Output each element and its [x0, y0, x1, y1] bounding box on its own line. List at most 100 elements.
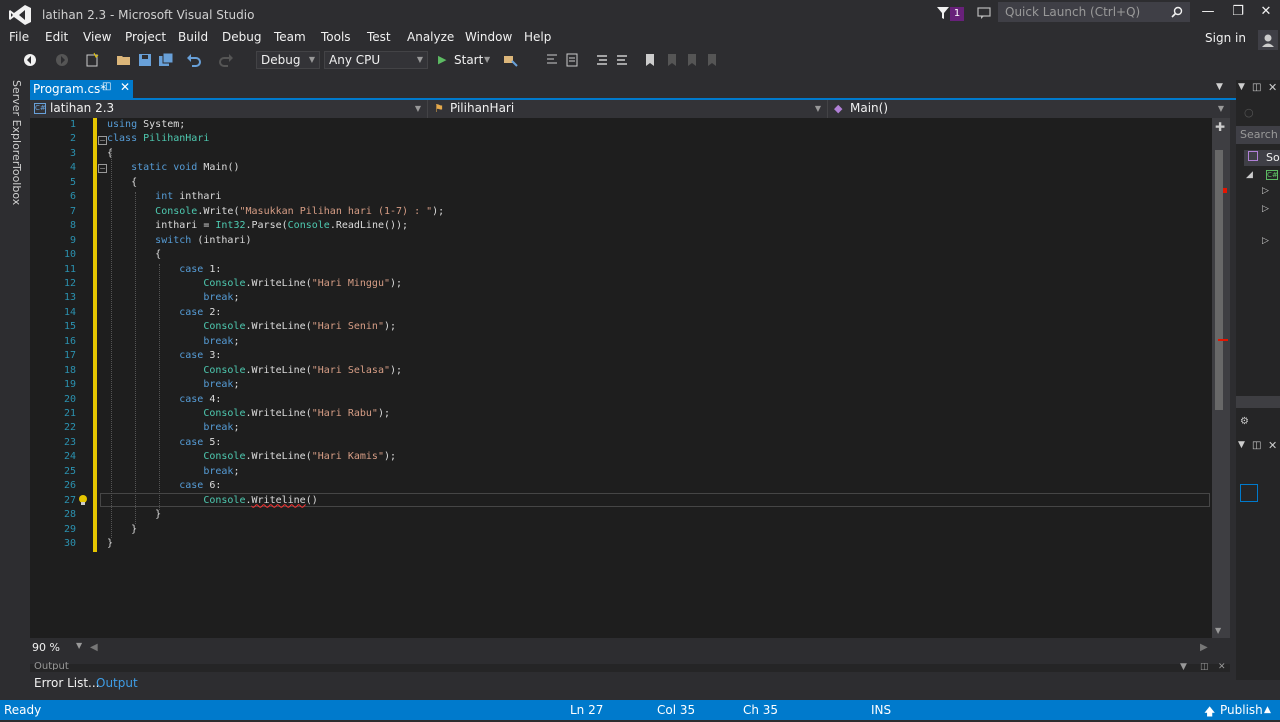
- pin-icon[interactable]: ◫: [102, 81, 111, 92]
- publish-arrow-icon[interactable]: 🡅: [1204, 703, 1215, 722]
- split-editor-icon[interactable]: ✚: [1215, 120, 1225, 134]
- pin-icon[interactable]: ◫: [1252, 440, 1261, 451]
- notification-badge[interactable]: 1: [950, 7, 964, 21]
- new-project-icon[interactable]: [84, 52, 100, 68]
- code-line[interactable]: Console.Write("Masukkan Pilihan hari (1-…: [107, 205, 444, 219]
- code-line[interactable]: case 6:: [107, 479, 221, 493]
- menu-view[interactable]: View: [83, 30, 111, 44]
- code-line[interactable]: Console.Writeline(): [107, 494, 317, 508]
- feedback-icon[interactable]: [976, 5, 992, 21]
- uncomment-lines-icon[interactable]: [614, 52, 630, 68]
- close-icon[interactable]: ✕: [1218, 662, 1226, 672]
- chevron-down-icon[interactable]: ▼: [1238, 82, 1245, 92]
- scroll-left-icon[interactable]: ◀: [90, 642, 98, 653]
- scroll-right-icon[interactable]: ▶: [1200, 642, 1208, 653]
- panel-hscrollbar[interactable]: [1236, 396, 1280, 408]
- zoom-dropdown[interactable]: 90 % ▼: [30, 640, 86, 656]
- solution-platform-dropdown[interactable]: Any CPU ▼: [324, 51, 428, 69]
- bookmark-icon[interactable]: [642, 52, 658, 68]
- code-line[interactable]: break;: [107, 421, 239, 435]
- code-line[interactable]: break;: [107, 291, 239, 305]
- comment-lines-icon[interactable]: [594, 52, 610, 68]
- menu-test[interactable]: Test: [367, 30, 391, 44]
- error-marker[interactable]: [1223, 188, 1227, 193]
- home-icon[interactable]: ○: [1244, 106, 1254, 119]
- publish-button[interactable]: Publish: [1220, 703, 1263, 717]
- menu-file[interactable]: File: [9, 30, 29, 44]
- server-explorer-tab[interactable]: Server Explorer: [10, 80, 23, 165]
- navigate-back-icon[interactable]: [22, 52, 38, 68]
- menu-build[interactable]: Build: [178, 30, 208, 44]
- code-line[interactable]: class PilihanHari: [107, 132, 209, 146]
- code-line[interactable]: switch (inthari): [107, 234, 251, 248]
- navigate-forward-icon[interactable]: [54, 52, 70, 68]
- next-bookmark-icon[interactable]: [684, 52, 700, 68]
- step-into-icon[interactable]: [544, 52, 560, 68]
- menu-window[interactable]: Window: [465, 30, 512, 44]
- collapse-class-icon[interactable]: −: [98, 136, 107, 145]
- pin-icon[interactable]: ◫: [1200, 662, 1209, 672]
- clear-bookmarks-icon[interactable]: [704, 52, 720, 68]
- menu-tools[interactable]: Tools: [321, 30, 351, 44]
- save-all-icon[interactable]: [158, 52, 174, 68]
- account-icon[interactable]: [1258, 30, 1278, 50]
- collapse-method-icon[interactable]: −: [98, 164, 107, 173]
- member-dropdown[interactable]: ◆ Main() ▼: [828, 100, 1230, 118]
- restore-button[interactable]: ❐: [1230, 4, 1246, 20]
- chevron-down-icon[interactable]: ▼: [1216, 82, 1223, 92]
- chevron-down-icon[interactable]: ▼: [1180, 662, 1187, 672]
- solution-tree-item[interactable]: So: [1244, 150, 1280, 166]
- scrollbar-thumb[interactable]: [1215, 150, 1223, 410]
- quick-launch-input[interactable]: Quick Launch (Ctrl+Q): [998, 2, 1190, 22]
- lightbulb-icon[interactable]: [77, 494, 89, 506]
- code-line[interactable]: case 4:: [107, 393, 221, 407]
- code-line[interactable]: Console.WriteLine("Hari Kamis");: [107, 450, 396, 464]
- code-line[interactable]: break;: [107, 378, 239, 392]
- close-window-button[interactable]: ✕: [1258, 4, 1274, 20]
- code-line[interactable]: break;: [107, 465, 239, 479]
- previous-bookmark-icon[interactable]: [664, 52, 680, 68]
- menu-edit[interactable]: Edit: [45, 30, 68, 44]
- filter-icon[interactable]: [936, 5, 950, 21]
- properties-icon[interactable]: [1240, 484, 1258, 502]
- close-icon[interactable]: ✕: [120, 80, 130, 94]
- solution-configuration-dropdown[interactable]: Debug ▼: [256, 51, 320, 69]
- code-line[interactable]: Console.WriteLine("Hari Selasa");: [107, 364, 402, 378]
- save-icon[interactable]: [137, 52, 153, 68]
- menu-debug[interactable]: Debug: [222, 30, 261, 44]
- chevron-up-icon[interactable]: ▲: [1264, 705, 1271, 715]
- chevron-down-icon[interactable]: ▼: [1238, 440, 1245, 450]
- class-dropdown[interactable]: ⚑ PilihanHari ▼: [428, 100, 828, 118]
- menu-help[interactable]: Help: [524, 30, 551, 44]
- code-line[interactable]: }: [107, 537, 113, 551]
- code-line[interactable]: case 5:: [107, 436, 221, 450]
- toolbar-icons[interactable]: ⚙: [1240, 416, 1249, 427]
- collapsed-arrow-icon[interactable]: ▷: [1262, 186, 1269, 196]
- project-dropdown[interactable]: C# latihan 2.3 ▼: [30, 100, 428, 118]
- sign-in-link[interactable]: Sign in: [1205, 31, 1246, 45]
- code-line[interactable]: inthari = Int32.Parse(Console.ReadLine()…: [107, 219, 408, 233]
- tab-output[interactable]: Output: [96, 676, 138, 690]
- collapsed-arrow-icon[interactable]: ▷: [1262, 204, 1269, 214]
- redo-icon[interactable]: [218, 52, 234, 68]
- menu-project[interactable]: Project: [125, 30, 166, 44]
- tab-error-list[interactable]: Error List...: [34, 676, 99, 690]
- solution-search-input[interactable]: Search S: [1236, 126, 1280, 144]
- minimize-button[interactable]: —: [1200, 4, 1216, 20]
- code-line[interactable]: int inthari: [107, 190, 221, 204]
- toolbox-tab[interactable]: Toolbox: [10, 164, 23, 205]
- menu-team[interactable]: Team: [274, 30, 306, 44]
- scroll-down-icon[interactable]: ▼: [1215, 626, 1221, 635]
- code-line[interactable]: static void Main(): [107, 161, 239, 175]
- tab-program-cs[interactable]: Program.cs* ◫ ✕: [30, 80, 133, 98]
- code-line[interactable]: case 3:: [107, 349, 221, 363]
- menu-analyze[interactable]: Analyze: [407, 30, 454, 44]
- code-line[interactable]: Console.WriteLine("Hari Senin");: [107, 320, 396, 334]
- expanded-arrow-icon[interactable]: ◢: [1246, 170, 1253, 180]
- code-line[interactable]: using System;: [107, 118, 185, 132]
- open-file-icon[interactable]: [116, 52, 132, 68]
- code-line[interactable]: case 2:: [107, 306, 221, 320]
- code-line[interactable]: case 1:: [107, 263, 221, 277]
- close-icon[interactable]: ✕: [1268, 81, 1277, 94]
- browser-link-icon[interactable]: [502, 52, 518, 68]
